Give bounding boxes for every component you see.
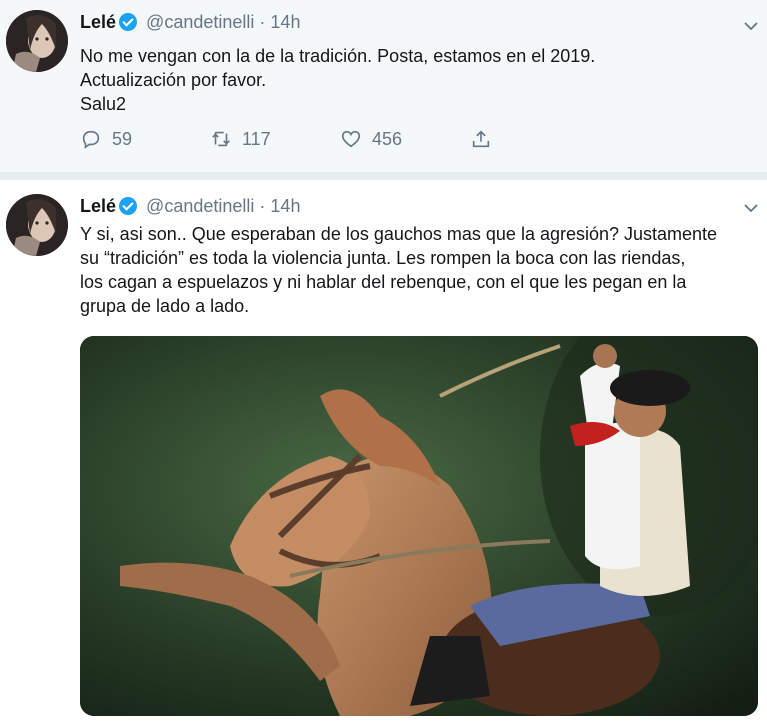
user-handle[interactable]: @candetinelli (146, 12, 254, 32)
chevron-down-icon[interactable] (743, 200, 759, 216)
tweet-text-line: Y si, asi son.. Que esperaban de los gau… (80, 224, 718, 244)
avatar[interactable] (6, 10, 68, 72)
reply-count: 59 (112, 128, 133, 149)
tweet-text: No me vengan con la de la tradición. Pos… (80, 44, 751, 116)
verified-badge-icon (119, 197, 138, 215)
like-button[interactable]: 456 (340, 128, 402, 150)
chevron-down-icon[interactable] (743, 18, 759, 34)
retweet-count: 117 (242, 128, 271, 149)
avatar-image (6, 194, 68, 256)
timestamp[interactable]: 14h (270, 196, 300, 216)
tweet-2[interactable]: Lelé @candetinelli · 14h Y si, asi son..… (0, 180, 767, 723)
timestamp[interactable]: 14h (270, 12, 300, 32)
user-handle[interactable]: @candetinelli (146, 196, 254, 216)
tweet-media-photo[interactable] (80, 336, 758, 716)
reply-icon (82, 130, 100, 149)
avatar-image (6, 10, 68, 72)
tweet-text-line: su “tradición” es toda la violencia junt… (80, 248, 686, 268)
separator: · (259, 196, 266, 216)
heart-icon (341, 130, 361, 148)
display-name[interactable]: Lelé (80, 196, 116, 216)
retweet-button[interactable]: 117 (210, 128, 271, 150)
tweet-header: Lelé @candetinelli · 14h (80, 196, 300, 217)
verified-badge-icon (119, 13, 138, 31)
separator: · (259, 12, 266, 32)
tweet-text-line: los cagan a espuelazos y ni hablar del r… (80, 272, 687, 292)
tweet-text: Y si, asi son.. Que esperaban de los gau… (80, 222, 751, 318)
tweet-header: Lelé @candetinelli · 14h (80, 12, 300, 33)
display-name[interactable]: Lelé (80, 12, 116, 32)
tweet-text-line: grupa de lado a lado. (80, 296, 250, 316)
tweet-text-line: No me vengan con la de la tradición. Pos… (80, 46, 596, 66)
share-button[interactable] (470, 128, 492, 150)
tweet-text-line: Salu2 (80, 94, 127, 114)
gaucho-horse-photo (80, 336, 758, 716)
avatar[interactable] (6, 194, 68, 256)
retweet-icon (212, 131, 230, 147)
like-count: 456 (372, 128, 403, 149)
tweet-text-line: Actualización por favor. (80, 70, 267, 90)
reply-button[interactable]: 59 (80, 128, 132, 150)
share-icon (472, 130, 490, 148)
tweet-1[interactable]: Lelé @candetinelli · 14h No me vengan co… (0, 0, 767, 172)
